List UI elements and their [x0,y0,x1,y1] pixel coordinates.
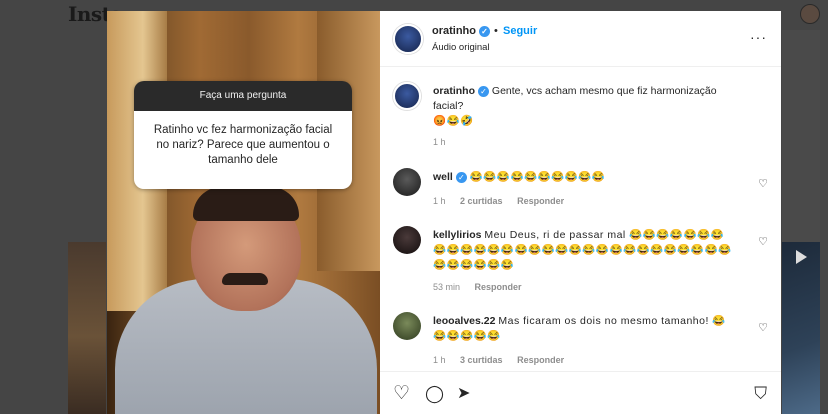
share-icon[interactable]: ➤ [457,384,470,403]
verified-badge-icon: ✓ [479,25,490,37]
comment-time[interactable]: 1 h [433,196,446,206]
profile-avatar-icon[interactable] [800,4,820,24]
author-username[interactable]: oratinho ✓ [432,25,490,37]
author-avatar[interactable] [393,82,421,110]
caption-text: oratinho ✓ Gente, vcs acham mesmo que fiz… [433,84,733,129]
reply-button[interactable]: Responder [517,355,564,365]
comment-text: kellylirios Meu Deus, ri de passar mal 😂… [433,228,733,273]
comment-text: leooalves.22 Mas ficaram os dois no mesm… [433,314,733,344]
comment-meta: 1 h 2 curtidas Responder [433,196,576,206]
separator-dot: • [494,25,498,37]
video-mustache [222,273,268,285]
caption-body: Gente, vcs acham mesmo que fiz harmoniza… [433,85,717,112]
reply-button[interactable]: Responder [517,196,564,206]
commenter-avatar[interactable] [393,312,421,340]
video-hair [193,187,299,221]
post-modal: Faça uma pergunta Ratinho vc fez harmoni… [107,11,781,414]
reply-button[interactable]: Responder [475,282,522,292]
comment-text: well ✓ 😂😂😂😂😂😂😂😂😂😂 [433,170,733,185]
background-thumbnail [68,242,106,414]
comments-list: oratinho ✓ Gente, vcs acham mesmo que fiz… [380,68,781,368]
comment-username[interactable]: kellylirios [433,229,481,241]
caption-username[interactable]: oratinho [433,85,475,97]
caption-time[interactable]: 1 h [433,137,446,147]
comment-meta: 1 h 3 curtidas Responder [433,355,576,365]
comment-username[interactable]: leooalves.22 [433,315,495,327]
caption-emojis: 😡😂🤣 [433,115,474,127]
more-options-icon[interactable]: ··· [750,29,767,45]
commenter-avatar[interactable] [393,226,421,254]
comment-time[interactable]: 1 h [433,355,446,365]
comment-icon[interactable]: ◯ [425,384,444,403]
comments-panel: oratinho ✓ • Seguir Áudio original ··· or… [380,11,781,414]
like-comment-heart-icon[interactable]: ♡ [758,321,768,334]
like-comment-heart-icon[interactable]: ♡ [758,235,768,248]
comment-time[interactable]: 53 min [433,282,460,292]
author-username-text[interactable]: oratinho [432,25,476,37]
comment-likes[interactable]: 2 curtidas [460,196,503,206]
comment-likes[interactable]: 3 curtidas [460,355,503,365]
verified-badge-icon: ✓ [478,85,489,97]
action-bar: ♡ ◯ ➤ ⛉ [380,371,781,414]
post-header: oratinho ✓ • Seguir Áudio original ··· [380,11,781,67]
question-header: Faça uma pergunta [134,81,352,111]
comment-body: 😂😂😂😂😂😂😂😂😂😂 [469,171,606,183]
verified-badge-icon: ✓ [455,171,467,183]
question-text: Ratinho vc fez harmonização facial no na… [134,111,352,189]
follow-button[interactable]: Seguir [503,25,537,37]
background-thumbnail [782,242,820,414]
play-icon [796,250,807,264]
comment-username[interactable]: well [433,171,453,183]
like-heart-icon[interactable]: ♡ [393,384,410,403]
audio-label[interactable]: Áudio original [432,42,490,53]
save-bookmark-icon[interactable]: ⛉ [754,384,767,403]
commenter-avatar[interactable] [393,168,421,196]
background-feed [782,30,820,242]
like-comment-heart-icon[interactable]: ♡ [758,177,768,190]
post-video[interactable]: Faça uma pergunta Ratinho vc fez harmoni… [107,11,380,414]
comment-meta: 53 min Responder [433,282,534,292]
caption-meta: 1 h [433,137,458,147]
author-avatar[interactable] [393,24,423,54]
question-sticker: Faça uma pergunta Ratinho vc fez harmoni… [134,81,352,189]
